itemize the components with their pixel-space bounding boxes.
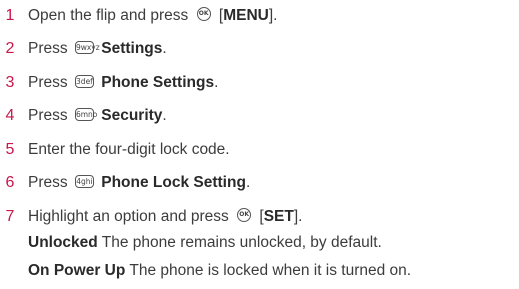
bracket-close: ]. [293, 208, 303, 225]
step-number: 5 [5, 141, 15, 158]
step-text: Press 9wxyz Settings. [28, 37, 167, 61]
menu-label: MENU [223, 7, 269, 24]
instruction-page: 1 Open the flip and press OK [MENU]. 2 P… [0, 0, 519, 289]
step-7-text: Highlight an option and press [28, 208, 229, 225]
step-number: 6 [5, 174, 15, 191]
phone-settings-label: Phone Settings [101, 74, 215, 91]
step-text: Press 4ghi Phone Lock Setting. [28, 171, 250, 195]
settings-label: Settings [101, 40, 163, 57]
step-number: 3 [5, 74, 15, 91]
option-term: On Power Up [28, 262, 126, 279]
period: . [214, 74, 219, 91]
ok-button-icon: OK [237, 208, 252, 223]
step-text: Press 3def Phone Settings. [28, 71, 218, 95]
press-text: Press [28, 174, 68, 191]
step-1-text: Open the flip and press [28, 7, 189, 24]
key-4-icon: 4ghi [74, 174, 94, 188]
option-on-power-up: On Power Up The phone is locked when it … [28, 259, 411, 283]
security-label: Security [101, 107, 163, 124]
step-number: 1 [5, 7, 15, 24]
bracket-close: ]. [268, 7, 278, 24]
option-description: The phone is locked when it is turned on… [125, 262, 412, 279]
key-9-icon: 9wxyz [74, 40, 100, 54]
key-3-icon: 3def [74, 74, 94, 88]
option-unlocked: Unlocked The phone remains unlocked, by … [28, 231, 382, 255]
press-text: Press [28, 74, 68, 91]
set-label: SET [263, 208, 294, 225]
press-text: Press [28, 107, 68, 124]
step-number: 7 [5, 208, 15, 225]
phone-lock-setting-label: Phone Lock Setting [101, 174, 246, 191]
key-6-icon: 6mno [74, 107, 98, 121]
step-text: Enter the four-digit lock code. [28, 141, 230, 158]
step-number: 2 [5, 40, 15, 57]
step-number: 4 [5, 107, 15, 124]
period: . [162, 107, 167, 124]
step-text: Press 6mno Security. [28, 104, 167, 128]
option-description: The phone remains unlocked, by default. [97, 234, 382, 251]
option-term: Unlocked [28, 234, 98, 251]
step-text: Open the flip and press OK [MENU]. [28, 4, 277, 28]
period: . [162, 40, 167, 57]
press-text: Press [28, 40, 68, 57]
ok-button-icon: OK [196, 7, 211, 22]
period: . [245, 174, 251, 191]
step-text: Highlight an option and press OK [SET]. [28, 205, 303, 229]
